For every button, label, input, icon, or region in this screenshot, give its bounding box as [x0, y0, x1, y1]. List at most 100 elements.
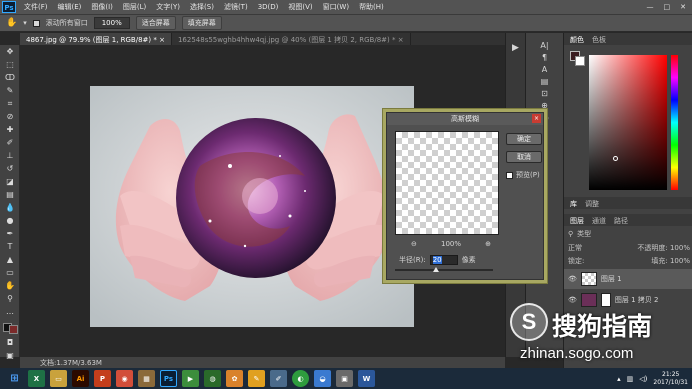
- blur-tool-icon[interactable]: 💧: [0, 201, 20, 214]
- menu-3d[interactable]: 3D(D): [253, 3, 284, 11]
- blur-preview[interactable]: [395, 131, 499, 235]
- word-icon[interactable]: W: [358, 370, 375, 387]
- start-button-icon[interactable]: ⊞: [6, 370, 23, 387]
- preview-checkbox[interactable]: [506, 171, 513, 179]
- app-icon-4[interactable]: ◍: [204, 370, 221, 387]
- minimize-button[interactable]: —: [647, 3, 654, 11]
- path-select-icon[interactable]: ▲: [0, 253, 20, 266]
- shape-tool-icon[interactable]: ▭: [0, 266, 20, 279]
- app-icon-8[interactable]: ◐: [292, 370, 309, 387]
- quick-mask-icon[interactable]: ◘: [0, 336, 20, 349]
- app-icon-2[interactable]: ▦: [138, 370, 155, 387]
- zoom-out-icon[interactable]: ⊖: [411, 240, 417, 248]
- search-icon[interactable]: ⚲: [568, 230, 573, 238]
- app-icon-6[interactable]: ✎: [248, 370, 265, 387]
- fill-screen-button[interactable]: 填充屏幕: [181, 16, 222, 30]
- illustrator-icon[interactable]: Ai: [72, 370, 89, 387]
- brush-panel-icon[interactable]: ⊡: [541, 89, 548, 98]
- tab-paths[interactable]: 路径: [614, 216, 628, 225]
- menu-layer[interactable]: 图层(L): [118, 2, 151, 12]
- color-picker-marker[interactable]: [613, 156, 618, 161]
- history-panel-icon[interactable]: A|: [540, 41, 548, 50]
- dodge-tool-icon[interactable]: ●: [0, 214, 20, 227]
- color-picker-field[interactable]: [589, 55, 667, 190]
- properties-panel-icon[interactable]: ▤: [541, 77, 549, 86]
- tool-preset-icon[interactable]: ▾: [23, 19, 27, 27]
- zoom-tool-icon[interactable]: ⚲: [0, 292, 20, 305]
- menu-file[interactable]: 文件(F): [19, 2, 53, 12]
- tray-arrow-icon[interactable]: ▴: [617, 375, 621, 383]
- ok-button[interactable]: 确定: [506, 133, 542, 145]
- menu-help[interactable]: 帮助(H): [354, 2, 389, 12]
- eye-icon[interactable]: 👁: [568, 296, 577, 304]
- tab-swatches[interactable]: 色板: [592, 35, 606, 44]
- healing-brush-icon[interactable]: ✚: [0, 123, 20, 136]
- layer-name[interactable]: 图层 1: [601, 274, 622, 284]
- app-icon-10[interactable]: ▣: [336, 370, 353, 387]
- stamp-tool-icon[interactable]: ⊥: [0, 149, 20, 162]
- paragraph-panel-icon[interactable]: ¶: [542, 53, 547, 62]
- history-brush-icon[interactable]: ↺: [0, 162, 20, 175]
- clock[interactable]: 21:25 2017/10/31: [653, 371, 688, 387]
- photoshop-taskbar-icon[interactable]: Ps: [160, 370, 177, 387]
- app-icon-7[interactable]: ✐: [270, 370, 287, 387]
- volume-icon[interactable]: ◁): [639, 375, 647, 383]
- menu-edit[interactable]: 编辑(E): [53, 2, 87, 12]
- play-icon[interactable]: ▶: [506, 43, 525, 53]
- document-image[interactable]: [90, 86, 414, 327]
- eraser-tool-icon[interactable]: ◪: [0, 175, 20, 188]
- network-icon[interactable]: ▥: [627, 375, 634, 383]
- opacity-field[interactable]: 不透明度: 100%: [637, 243, 690, 253]
- menu-view[interactable]: 视图(V): [283, 2, 317, 12]
- tab-layers[interactable]: 图层: [570, 216, 584, 225]
- menu-type[interactable]: 文字(Y): [151, 2, 185, 12]
- dialog-close-icon[interactable]: ×: [532, 114, 541, 123]
- color-swatches-icon[interactable]: [0, 318, 20, 336]
- hue-slider[interactable]: [671, 55, 678, 190]
- zoom-in-icon[interactable]: ⊕: [485, 240, 491, 248]
- type-tool-icon[interactable]: T: [0, 240, 20, 253]
- character-panel-icon[interactable]: A: [542, 65, 547, 74]
- tab-libraries[interactable]: 库: [570, 199, 577, 208]
- tab-document-1[interactable]: 4867.jpg @ 79.9% (图层 1, RGB/8#) * ×: [20, 33, 172, 45]
- radius-slider-handle[interactable]: [433, 267, 439, 272]
- excel-icon[interactable]: X: [28, 370, 45, 387]
- layer-name[interactable]: 图层 1 拷贝 2: [615, 295, 659, 305]
- menu-window[interactable]: 窗口(W): [318, 2, 354, 12]
- hand-tool-icon[interactable]: ✋: [0, 279, 20, 292]
- app-icon-3[interactable]: ▶: [182, 370, 199, 387]
- gradient-tool-icon[interactable]: ▤: [0, 188, 20, 201]
- maximize-button[interactable]: □: [664, 3, 671, 11]
- menu-image[interactable]: 图像(I): [86, 2, 118, 12]
- app-icon-1[interactable]: ◉: [116, 370, 133, 387]
- fill-field[interactable]: 填充: 100%: [651, 256, 690, 266]
- tab-adjustments[interactable]: 调整: [585, 199, 599, 208]
- eyedropper-tool-icon[interactable]: ⊘: [0, 110, 20, 123]
- zoom-field[interactable]: 100%: [93, 17, 130, 29]
- menu-select[interactable]: 选择(S): [185, 2, 219, 12]
- tab-color[interactable]: 颜色: [570, 35, 584, 44]
- explorer-icon[interactable]: ▭: [50, 370, 67, 387]
- pen-tool-icon[interactable]: ✒: [0, 227, 20, 240]
- background-swatch[interactable]: [575, 56, 585, 66]
- app-icon-5[interactable]: ✿: [226, 370, 243, 387]
- radius-slider-track[interactable]: [395, 269, 493, 271]
- fit-screen-button[interactable]: 适合屏幕: [135, 16, 176, 30]
- radius-input[interactable]: 20: [429, 255, 458, 265]
- scroll-all-checkbox[interactable]: [32, 19, 40, 27]
- powerpoint-icon[interactable]: P: [94, 370, 111, 387]
- screen-mode-icon[interactable]: ▣: [0, 349, 20, 362]
- quick-select-tool-icon[interactable]: ✎: [0, 84, 20, 97]
- close-button[interactable]: ✕: [680, 3, 686, 11]
- layer-row[interactable]: 👁 图层 1: [564, 269, 692, 289]
- cancel-button[interactable]: 取消: [506, 151, 542, 163]
- tab-document-2[interactable]: 162548s55wghb4hhw4qj.jpg @ 40% (图层 1 拷贝 …: [172, 33, 411, 45]
- crop-tool-icon[interactable]: ⌗: [0, 97, 20, 110]
- kind-filter[interactable]: 类型: [577, 229, 591, 239]
- eye-icon[interactable]: 👁: [568, 275, 577, 283]
- marquee-tool-icon[interactable]: ⬚: [0, 58, 20, 71]
- lasso-tool-icon[interactable]: ↀ: [0, 71, 20, 84]
- more-tools-icon[interactable]: …: [0, 305, 20, 318]
- brush-tool-icon[interactable]: ✐: [0, 136, 20, 149]
- app-icon-9[interactable]: ◒: [314, 370, 331, 387]
